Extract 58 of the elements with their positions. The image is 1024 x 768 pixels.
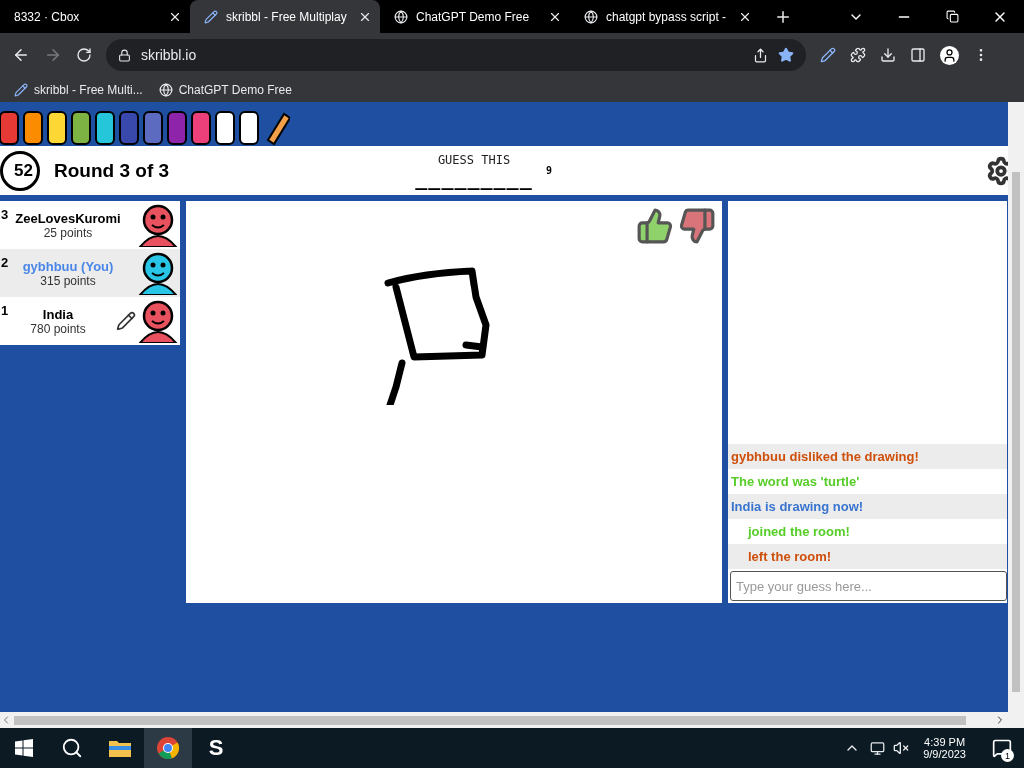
browser-tab[interactable]: skribbl - Free Multiplay xyxy=(190,0,380,33)
taskbar-app[interactable]: S xyxy=(192,728,240,768)
player-name: ZeeLovesKuromi xyxy=(15,210,121,226)
pencil-icon[interactable] xyxy=(820,47,836,63)
bookmark[interactable]: skribbl - Free Multi... xyxy=(14,82,143,97)
chrome-icon[interactable] xyxy=(144,728,192,768)
player-rank: 2 xyxy=(1,255,9,270)
profile-icon[interactable] xyxy=(940,45,959,65)
back-icon[interactable] xyxy=(12,46,30,64)
notification-count: 1 xyxy=(1001,749,1014,762)
player-rank: 1 xyxy=(1,303,9,318)
tab-title: chatgpt bypass script - xyxy=(606,9,728,24)
player-rank: 3 xyxy=(1,207,9,222)
chat-message: left the room! xyxy=(728,544,1007,569)
player-points: 780 points xyxy=(30,321,86,336)
bookmark[interactable]: ChatGPT Demo Free xyxy=(158,82,292,97)
settings-icon[interactable] xyxy=(986,155,1008,186)
tab-title: skribbl - Free Multiplay xyxy=(226,9,348,24)
scrollbar-thumb[interactable] xyxy=(1012,172,1020,692)
globe-icon xyxy=(158,82,173,97)
clock-date: 9/9/2023 xyxy=(923,748,966,760)
forward-icon[interactable] xyxy=(44,46,62,64)
pencil-icon xyxy=(204,9,218,24)
globe-icon xyxy=(584,9,598,24)
address-bar[interactable]: skribbl.io xyxy=(106,39,806,71)
thumbs-down-icon[interactable] xyxy=(678,207,716,245)
round-label: Round 3 of 3 xyxy=(54,159,171,182)
chat-message: India is drawing now! xyxy=(728,494,1007,519)
player-points: 315 points xyxy=(40,273,96,288)
player-name: India xyxy=(42,306,74,322)
thumbs-up-icon[interactable] xyxy=(636,207,674,245)
lock-icon xyxy=(118,48,131,62)
star-icon[interactable] xyxy=(778,47,794,63)
chat-message: gybhbuu disliked the drawing! xyxy=(728,444,1007,469)
puzzle-icon[interactable] xyxy=(850,47,866,63)
url-text: skribbl.io xyxy=(141,47,198,63)
pencil-icon xyxy=(14,82,28,97)
player-points: 25 points xyxy=(43,225,93,240)
tab-title: 8332 · Cbox xyxy=(14,9,81,24)
browser-tab[interactable]: 8332 · Cbox xyxy=(0,0,190,33)
timer: 52 xyxy=(0,150,40,191)
browser-tab[interactable]: chatgpt bypass script - xyxy=(570,0,760,33)
network-icon[interactable] xyxy=(870,740,886,756)
scrollbar-thumb[interactable] xyxy=(14,715,966,725)
muted-speaker-icon[interactable] xyxy=(893,740,910,756)
guess-input[interactable]: Type your guess here... xyxy=(730,571,1007,601)
browser-tab[interactable]: ChatGPT Demo Free xyxy=(380,0,570,33)
sidebar-icon[interactable] xyxy=(910,47,926,63)
hint-label: GUESS THIS xyxy=(437,152,511,167)
tab-title: ChatGPT Demo Free xyxy=(416,9,531,24)
share-icon[interactable] xyxy=(753,47,768,63)
reload-icon[interactable] xyxy=(76,47,92,63)
download-icon[interactable] xyxy=(880,47,896,63)
globe-icon xyxy=(394,9,408,24)
word-hint: _________ xyxy=(415,166,533,189)
word-length: 9 xyxy=(545,164,552,176)
player-name: gybhbuu (You) xyxy=(22,258,114,274)
clock-time: 4:39 PM xyxy=(924,736,966,748)
